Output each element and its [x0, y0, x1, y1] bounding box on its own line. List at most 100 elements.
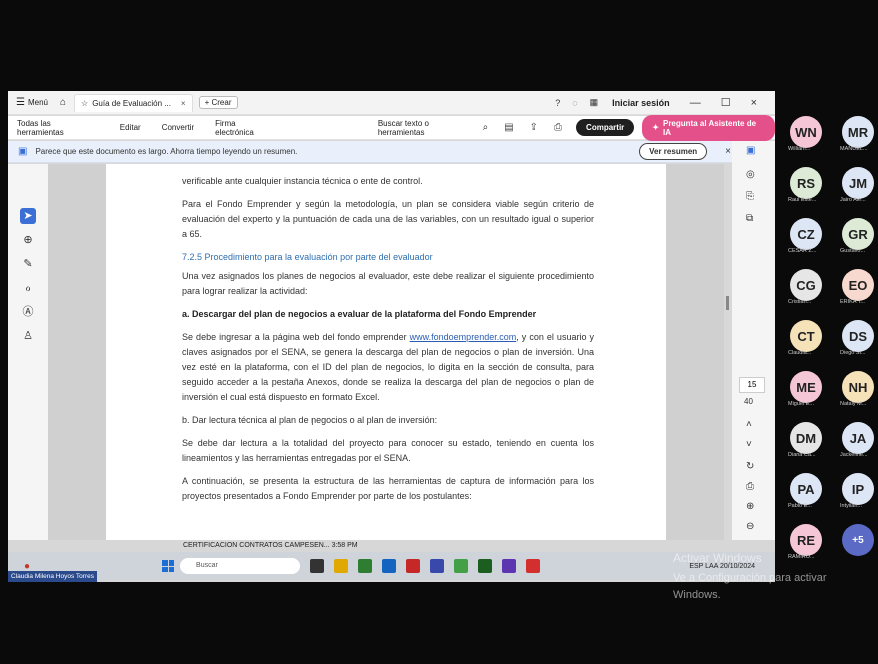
participant-avatar[interactable]: ME [790, 371, 822, 403]
participant-name: RAMIRO... [788, 554, 815, 560]
rotate-icon[interactable]: ↻ [746, 461, 754, 472]
fondo-emprender-link[interactable]: www.fondoemprender.com [410, 332, 517, 342]
app-icon-blue[interactable] [382, 559, 397, 573]
participant-name: MANUEL... [840, 146, 868, 152]
chevron-down-icon[interactable]: ˅ [746, 439, 752, 450]
home-icon[interactable]: ⌂ [60, 97, 66, 108]
stamp-icon[interactable]: ♙ [20, 328, 36, 344]
meeting-frame: ☰ Menú ⌂ ☆ Guía de Evaluación ... × + Cr… [0, 0, 878, 664]
paragraph-3-end: , y con el usuario y claves asignados po… [182, 332, 595, 402]
participant-avatar[interactable]: GR [842, 218, 874, 250]
participant-avatar[interactable]: MR [842, 116, 874, 148]
close-banner-icon[interactable]: × [725, 146, 731, 157]
participant-avatar[interactable]: DS [842, 320, 874, 352]
minimize-icon[interactable]: — [690, 97, 701, 109]
zoom-in-icon[interactable]: ⊕ [746, 501, 754, 512]
close-window-icon[interactable]: × [751, 97, 757, 109]
task-view-icon[interactable] [310, 559, 325, 573]
app-icon-green[interactable] [358, 559, 373, 573]
create-button[interactable]: + Crear [198, 96, 238, 109]
banner-message: Parece que este documento es largo. Ahor… [35, 147, 298, 156]
maximize-icon[interactable]: ☐ [721, 96, 731, 109]
vertical-scrollbar[interactable] [726, 296, 729, 310]
participant-avatar[interactable]: JA [842, 422, 874, 454]
select-cursor-icon[interactable]: ➤ [20, 208, 36, 224]
all-tools-menu[interactable]: Todas las herramientas [17, 119, 99, 137]
participant-name: Diego Si... [840, 350, 866, 356]
acrobat-icon[interactable] [526, 559, 541, 573]
help-icon[interactable]: ? [555, 98, 560, 108]
paragraph-4: Se debe dar lectura a la totalidad del p… [182, 438, 594, 463]
convert-menu[interactable]: Convertir [162, 123, 194, 132]
participant-avatar[interactable]: RE [790, 524, 822, 556]
section-heading: 7.2.5 Procedimiento para la evaluación p… [182, 252, 433, 262]
search-icon: ⌕ [482, 122, 489, 133]
participant-name: Diana Ca... [788, 452, 816, 458]
lasso-icon[interactable]: ℴ [20, 280, 36, 296]
esign-menu[interactable]: Firma electrónica [215, 119, 276, 137]
participant-avatar[interactable]: WN [790, 116, 822, 148]
chevron-up-icon[interactable]: ˄ [746, 419, 752, 430]
participant-avatar[interactable]: EO [842, 269, 874, 301]
page-fit-icon[interactable]: ⎙ [746, 481, 754, 492]
sign-in-button[interactable]: Iniciar sesión [612, 98, 670, 108]
participant-avatar[interactable]: CT [790, 320, 822, 352]
participant-avatar[interactable]: DM [790, 422, 822, 454]
participant-avatar[interactable]: NH [842, 371, 874, 403]
copy-pages-icon[interactable]: ⧉ [746, 213, 753, 224]
windows-start-icon[interactable] [162, 560, 175, 572]
apps-grid-icon[interactable]: ▦ [590, 97, 599, 108]
subheading-a: a. Descargar del plan de negocios a eval… [182, 309, 537, 319]
chrome-icon[interactable] [454, 559, 469, 573]
participant-name: Miguel E... [788, 401, 814, 407]
weather-icon[interactable]: ● [24, 561, 30, 572]
participant-avatar[interactable]: +5 [842, 524, 874, 556]
text-box-icon[interactable]: Ⓐ [20, 304, 36, 320]
document-tab[interactable]: ☆ Guía de Evaluación ... × [74, 93, 193, 112]
ai-assistant-button[interactable]: ✦ Pregunta al Asistente de IA [642, 114, 775, 141]
close-tab-icon[interactable]: × [181, 99, 186, 108]
summary-icon: ▣ [18, 146, 28, 157]
print-icon[interactable]: ⎙ [554, 122, 562, 133]
file-explorer-icon[interactable] [334, 559, 349, 573]
zoom-annotation-icon[interactable]: ⊕ [20, 232, 36, 248]
ai-summary-icon[interactable]: ▣ [746, 145, 755, 156]
participant-avatar[interactable]: PA [790, 473, 822, 505]
document-viewer[interactable]: verificable ante cualquier instancia téc… [48, 164, 724, 540]
ai-assistant-label: Pregunta al Asistente de IA [662, 118, 757, 137]
bookmark-icon[interactable]: ⎘ [746, 191, 754, 202]
excel-icon[interactable] [478, 559, 493, 573]
page-view-icon[interactable]: ▤ [504, 122, 513, 133]
view-summary-button[interactable]: Ver resumen [639, 143, 708, 160]
app-icon-red[interactable] [406, 559, 421, 573]
cloud-upload-icon[interactable]: ⇪ [530, 122, 538, 133]
participant-name: Claudia... [788, 350, 812, 356]
pen-icon[interactable]: ✎ [20, 256, 36, 272]
teams-icon[interactable] [502, 559, 517, 573]
search-tools-box[interactable]: Buscar texto o herramientas ⌕ [378, 119, 488, 137]
star-icon[interactable]: ☆ [81, 99, 88, 108]
zoom-out-icon[interactable]: ⊖ [746, 521, 754, 532]
notification-text: CERTIFICACION CONTRATOS CAMPESEN... 3:58… [183, 542, 358, 549]
acrobat-toolbar: Todas las herramientas Editar Convertir … [8, 114, 775, 141]
share-button[interactable]: Compartir [576, 119, 635, 136]
menu-button[interactable]: ☰ Menú [16, 97, 48, 108]
participant-name: Gustavo... [840, 248, 866, 254]
bell-icon[interactable]: ◌ [572, 98, 577, 108]
participant-avatar[interactable]: JM [842, 167, 874, 199]
participant-name: Cristian... [788, 299, 812, 305]
paragraph-3-start: Se debe ingresar a la página web del fon… [182, 332, 410, 342]
comment-icon[interactable]: ◎ [746, 169, 755, 180]
participant-avatar[interactable]: CZ [790, 218, 822, 250]
participant-avatar[interactable]: IP [842, 473, 874, 505]
app-icon-indigo[interactable] [430, 559, 445, 573]
taskbar-search[interactable]: Buscar [180, 558, 301, 574]
subheading-b: b. Dar lectura técnica al plan de negoci… [182, 415, 438, 425]
text-cursor-icon: I [311, 417, 314, 428]
current-page-field[interactable]: 15 [739, 377, 765, 393]
participant-name: Nataly M... [840, 401, 867, 407]
participant-avatar[interactable]: RS [790, 167, 822, 199]
participant-avatar[interactable]: CG [790, 269, 822, 301]
edit-menu[interactable]: Editar [120, 123, 141, 132]
participant-name: William... [788, 146, 811, 152]
